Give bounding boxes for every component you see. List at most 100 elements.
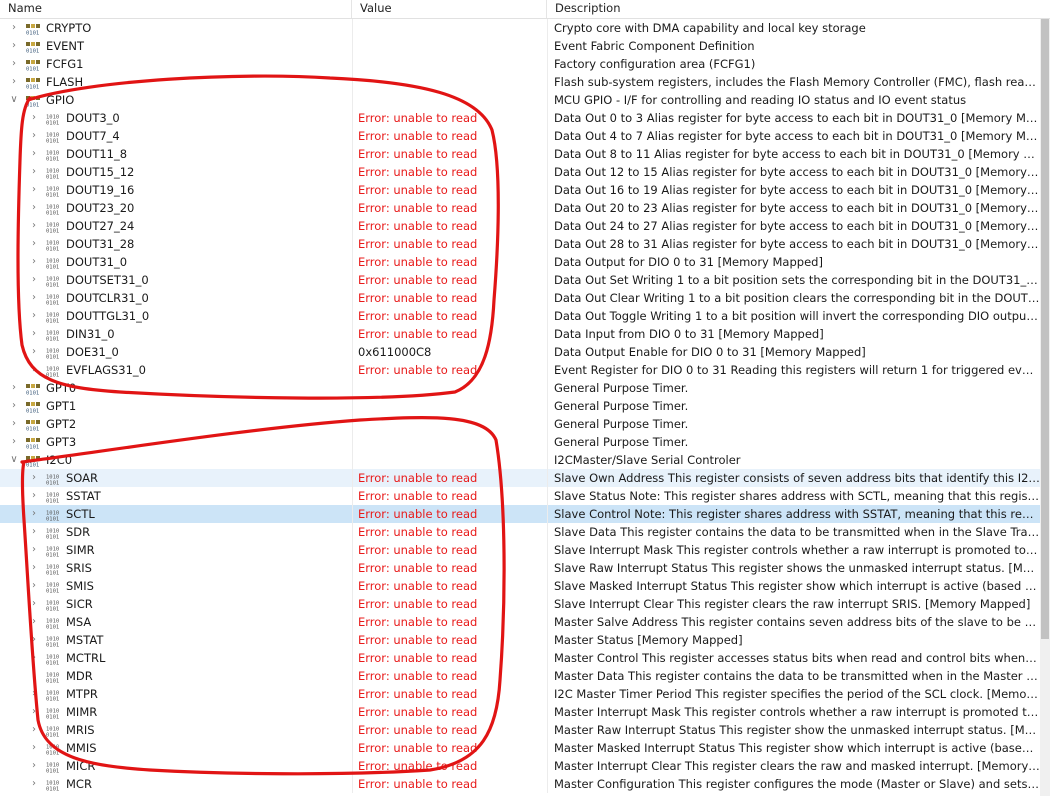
value-cell[interactable]: Error: unable to read xyxy=(352,487,547,505)
value-cell[interactable] xyxy=(352,433,547,451)
chevron-right-icon[interactable]: › xyxy=(28,307,40,325)
register-row[interactable]: › 1010 0101 MMIS Error: unable to read Master… xyxy=(0,739,1040,757)
peripheral-row[interactable]: ∨ 0101 GPIO MCU GPIO - I/F for controlling … xyxy=(0,91,1040,109)
chevron-right-icon[interactable]: › xyxy=(8,415,20,433)
chevron-right-icon[interactable]: › xyxy=(28,505,40,523)
register-row[interactable]: › 1010 0101 MSA Error: unable to read Master … xyxy=(0,613,1040,631)
chevron-down-icon[interactable]: ∨ xyxy=(8,91,20,109)
peripheral-row[interactable]: › 0101 GPT2 General Purpose Timer. xyxy=(0,415,1040,433)
value-cell[interactable]: Error: unable to read xyxy=(352,721,547,739)
chevron-down-icon[interactable]: ∨ xyxy=(8,451,20,469)
chevron-right-icon[interactable]: › xyxy=(28,721,40,739)
register-row[interactable]: › 1010 0101 DOUT19_16 Error: unable to read D… xyxy=(0,181,1040,199)
chevron-right-icon[interactable]: › xyxy=(28,343,40,361)
register-row[interactable]: › 1010 0101 DOUT15_12 Error: unable to read D… xyxy=(0,163,1040,181)
value-cell[interactable] xyxy=(352,73,547,91)
chevron-right-icon[interactable]: › xyxy=(28,595,40,613)
chevron-right-icon[interactable]: › xyxy=(8,55,20,73)
chevron-right-icon[interactable]: › xyxy=(28,163,40,181)
chevron-right-icon[interactable]: › xyxy=(28,199,40,217)
register-row[interactable]: › 1010 0101 SMIS Error: unable to read Slave … xyxy=(0,577,1040,595)
value-cell[interactable]: Error: unable to read xyxy=(352,505,547,523)
value-cell[interactable]: Error: unable to read xyxy=(352,325,547,343)
register-row[interactable]: › 1010 0101 DOUTSET31_0 Error: unable to rea… xyxy=(0,271,1040,289)
register-row[interactable]: › 1010 0101 MSTAT Error: unable to read Maste… xyxy=(0,631,1040,649)
chevron-right-icon[interactable]: › xyxy=(28,361,40,379)
value-cell[interactable]: Error: unable to read xyxy=(352,667,547,685)
chevron-right-icon[interactable]: › xyxy=(28,487,40,505)
value-cell[interactable] xyxy=(352,415,547,433)
register-row[interactable]: › 1010 0101 SICR Error: unable to read Slave … xyxy=(0,595,1040,613)
register-row[interactable]: › 1010 0101 DOUTTGL31_0 Error: unable to rea… xyxy=(0,307,1040,325)
peripheral-row[interactable]: › 0101 FCFG1 Factory configuration area (FC… xyxy=(0,55,1040,73)
register-row[interactable]: › 1010 0101 DOUT31_0 Error: unable to read Da… xyxy=(0,253,1040,271)
chevron-right-icon[interactable]: › xyxy=(28,649,40,667)
chevron-right-icon[interactable]: › xyxy=(8,19,20,37)
register-row[interactable]: › 1010 0101 DOUT23_20 Error: unable to read D… xyxy=(0,199,1040,217)
chevron-right-icon[interactable]: › xyxy=(28,127,40,145)
chevron-right-icon[interactable]: › xyxy=(28,739,40,757)
chevron-right-icon[interactable]: › xyxy=(8,379,20,397)
chevron-right-icon[interactable]: › xyxy=(28,271,40,289)
value-cell[interactable]: Error: unable to read xyxy=(352,703,547,721)
column-header-description[interactable]: Description xyxy=(547,0,1050,18)
register-row[interactable]: › 1010 0101 EVFLAGS31_0 Error: unable to rea… xyxy=(0,361,1040,379)
value-cell[interactable]: Error: unable to read xyxy=(352,577,547,595)
value-cell[interactable]: Error: unable to read xyxy=(352,613,547,631)
chevron-right-icon[interactable]: › xyxy=(28,685,40,703)
value-cell[interactable]: 0x611000C8 xyxy=(352,343,547,361)
register-row[interactable]: › 1010 0101 DOUT27_24 Error: unable to read D… xyxy=(0,217,1040,235)
column-header-value[interactable]: Value xyxy=(352,0,547,18)
register-row[interactable]: › 1010 0101 SRIS Error: unable to read Slave … xyxy=(0,559,1040,577)
chevron-right-icon[interactable]: › xyxy=(28,235,40,253)
chevron-right-icon[interactable]: › xyxy=(8,37,20,55)
vertical-scrollbar[interactable] xyxy=(1040,19,1050,796)
value-cell[interactable]: Error: unable to read xyxy=(352,631,547,649)
chevron-right-icon[interactable]: › xyxy=(28,577,40,595)
value-cell[interactable]: Error: unable to read xyxy=(352,163,547,181)
value-cell[interactable]: Error: unable to read xyxy=(352,253,547,271)
value-cell[interactable]: Error: unable to read xyxy=(352,289,547,307)
scrollbar-thumb[interactable] xyxy=(1041,19,1049,639)
value-cell[interactable] xyxy=(352,451,547,469)
chevron-right-icon[interactable]: › xyxy=(28,109,40,127)
register-row[interactable]: › 1010 0101 SSTAT Error: unable to read Slave… xyxy=(0,487,1040,505)
value-cell[interactable]: Error: unable to read xyxy=(352,361,547,379)
value-cell[interactable]: Error: unable to read xyxy=(352,739,547,757)
value-cell[interactable] xyxy=(352,37,547,55)
register-row[interactable]: › 1010 0101 DIN31_0 Error: unable to read Dat… xyxy=(0,325,1040,343)
peripheral-row[interactable]: ∨ 0101 I2C0 I2CMaster/Slave Serial Controle… xyxy=(0,451,1040,469)
value-cell[interactable]: Error: unable to read xyxy=(352,109,547,127)
register-row[interactable]: › 1010 0101 MCTRL Error: unable to read Maste… xyxy=(0,649,1040,667)
peripheral-row[interactable]: › 0101 GPT3 General Purpose Timer. xyxy=(0,433,1040,451)
chevron-right-icon[interactable]: › xyxy=(28,469,40,487)
value-cell[interactable] xyxy=(352,379,547,397)
chevron-right-icon[interactable]: › xyxy=(28,325,40,343)
chevron-right-icon[interactable]: › xyxy=(28,631,40,649)
value-cell[interactable]: Error: unable to read xyxy=(352,559,547,577)
peripheral-row[interactable]: › 0101 CRYPTO Crypto core with DMA capabili… xyxy=(0,19,1040,37)
value-cell[interactable] xyxy=(352,397,547,415)
register-row[interactable]: › 1010 0101 SIMR Error: unable to read Slave … xyxy=(0,541,1040,559)
register-row[interactable]: › 1010 0101 MICR Error: unable to read Master… xyxy=(0,757,1040,775)
register-row[interactable]: › 1010 0101 DOUT3_0 Error: unable to read Dat… xyxy=(0,109,1040,127)
chevron-right-icon[interactable]: › xyxy=(28,559,40,577)
chevron-right-icon[interactable]: › xyxy=(28,181,40,199)
value-cell[interactable]: Error: unable to read xyxy=(352,127,547,145)
register-row[interactable]: › 1010 0101 DOUT31_28 Error: unable to read D… xyxy=(0,235,1040,253)
register-row[interactable]: › 1010 0101 SDR Error: unable to read Slave D… xyxy=(0,523,1040,541)
chevron-right-icon[interactable]: › xyxy=(28,775,40,793)
peripheral-row[interactable]: › 0101 EVENT Event Fabric Component Definit… xyxy=(0,37,1040,55)
value-cell[interactable]: Error: unable to read xyxy=(352,685,547,703)
value-cell[interactable]: Error: unable to read xyxy=(352,181,547,199)
chevron-right-icon[interactable]: › xyxy=(28,523,40,541)
value-cell[interactable]: Error: unable to read xyxy=(352,145,547,163)
peripheral-row[interactable]: › 0101 FLASH Flash sub-system registers, in… xyxy=(0,73,1040,91)
chevron-right-icon[interactable]: › xyxy=(28,217,40,235)
chevron-right-icon[interactable]: › xyxy=(28,253,40,271)
chevron-right-icon[interactable]: › xyxy=(28,757,40,775)
register-row[interactable]: › 1010 0101 MCR Error: unable to read Master … xyxy=(0,775,1040,793)
chevron-right-icon[interactable]: › xyxy=(8,73,20,91)
value-cell[interactable]: Error: unable to read xyxy=(352,757,547,775)
chevron-right-icon[interactable]: › xyxy=(28,145,40,163)
